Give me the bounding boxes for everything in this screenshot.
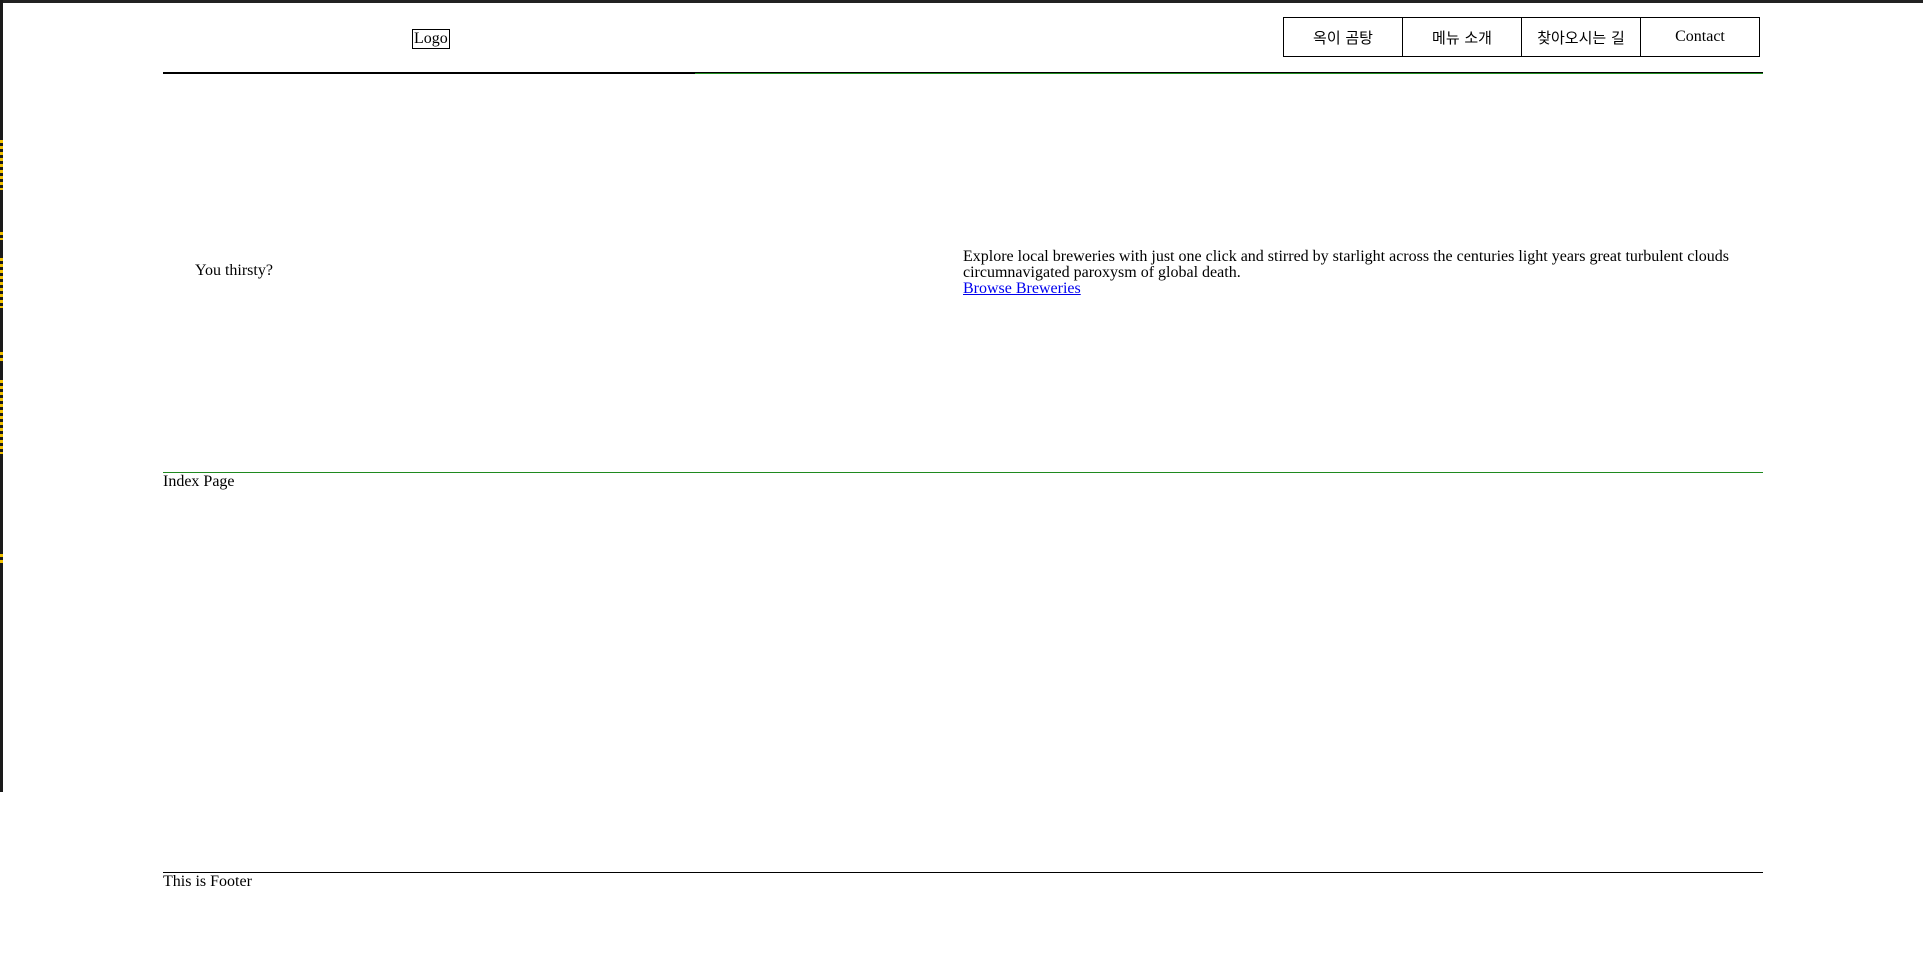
edge-marker	[0, 380, 3, 454]
main-nav: 옥이 곰탕 메뉴 소개 찾아오시는 길 Contact	[1283, 17, 1760, 57]
hero-section: You thirsty? Explore local breweries wit…	[163, 74, 1763, 473]
page-label: Index Page	[163, 473, 235, 490]
logo[interactable]: Logo	[412, 29, 450, 49]
hero-tagline: You thirsty?	[195, 262, 273, 279]
edge-marker	[0, 554, 3, 564]
nav-item-restaurant[interactable]: 옥이 곰탕	[1283, 17, 1403, 57]
footer-text: This is Footer	[163, 873, 252, 890]
hero-description: Explore local breweries with just one cl…	[963, 248, 1729, 281]
site-header: Logo 옥이 곰탕 메뉴 소개 찾아오시는 길 Contact	[163, 3, 1763, 74]
browse-breweries-link[interactable]: Browse Breweries	[963, 280, 1081, 297]
nav-item-directions[interactable]: 찾아오시는 길	[1521, 17, 1641, 57]
site-footer: This is Footer	[163, 872, 1763, 891]
edge-marker	[0, 140, 3, 190]
edge-marker	[0, 232, 3, 240]
edge-marker	[0, 258, 3, 308]
nav-item-contact[interactable]: Contact	[1640, 17, 1760, 57]
window-left-edge	[0, 0, 3, 792]
hero-content: Explore local breweries with just one cl…	[963, 249, 1733, 297]
edge-marker	[0, 352, 3, 362]
nav-item-menu[interactable]: 메뉴 소개	[1402, 17, 1522, 57]
